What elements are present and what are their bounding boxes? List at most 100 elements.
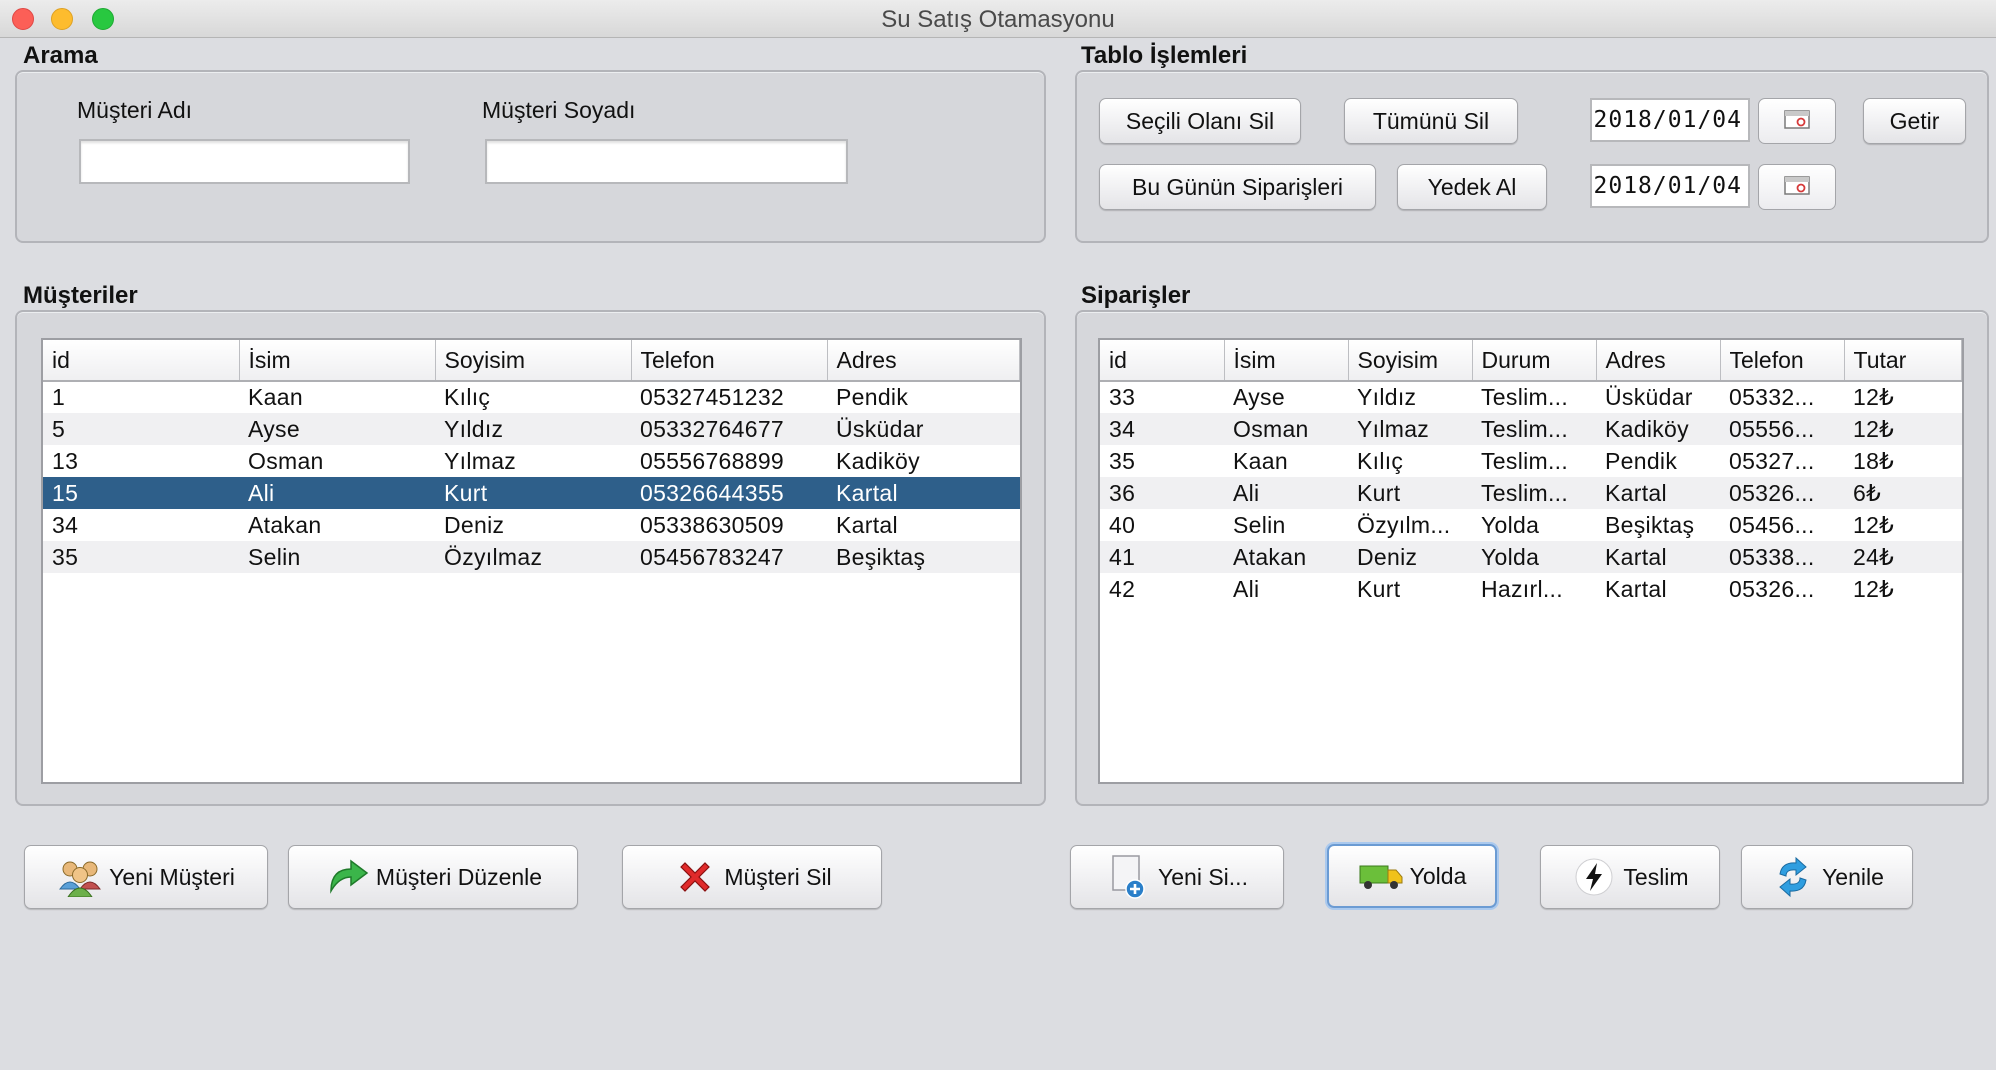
order-cell[interactable]: 12₺ [1844,509,1962,541]
customer-col-header[interactable]: Soyisim [435,340,632,382]
order-cell[interactable]: 12₺ [1844,413,1962,445]
order-cell[interactable]: Teslim... [1472,445,1596,477]
customer-cell[interactable]: Kılıç [435,381,631,413]
order-cell[interactable]: Hazırl... [1472,573,1596,605]
order-row[interactable]: 41 Atakan Deniz Yolda Kartal 05338... 24₺ [1100,541,1962,573]
order-cell[interactable]: 05327... [1720,445,1844,477]
order-cell[interactable]: Ali [1224,477,1348,509]
order-col-header[interactable]: Telefon [1720,340,1845,382]
delete-all-button[interactable]: Tümünü Sil [1344,98,1518,144]
order-cell[interactable]: Yolda [1472,509,1596,541]
order-cell[interactable]: 36 [1100,477,1224,509]
order-cell[interactable]: Ayse [1224,381,1348,413]
customer-cell[interactable]: 1 [43,381,239,413]
order-cell[interactable]: Üsküdar [1596,381,1720,413]
order-cell[interactable]: 05556... [1720,413,1844,445]
customer-col-header[interactable]: Adres [827,340,1020,382]
delivered-button[interactable]: Teslim [1540,845,1720,909]
order-cell[interactable]: 05332... [1720,381,1844,413]
customer-row[interactable]: 5 Ayse Yıldız 05332764677 Üsküdar [43,413,1020,445]
order-cell[interactable]: Teslim... [1472,413,1596,445]
order-cell[interactable]: Pendik [1596,445,1720,477]
order-cell[interactable]: Kaan [1224,445,1348,477]
end-date-calendar-button[interactable] [1758,164,1836,210]
customer-cell[interactable]: Deniz [435,509,631,541]
customer-row[interactable]: 13 Osman Yılmaz 05556768899 Kadiköy [43,445,1020,477]
customer-col-header[interactable]: id [43,340,240,382]
order-col-header[interactable]: Durum [1472,340,1597,382]
order-col-header[interactable]: Adres [1596,340,1721,382]
new-customer-button[interactable]: Yeni Müşteri [24,845,268,909]
customer-cell[interactable]: Beşiktaş [827,541,1020,573]
order-cell[interactable]: 05456... [1720,509,1844,541]
customer-cell[interactable]: 05338630509 [631,509,827,541]
refresh-button[interactable]: Yenile [1741,845,1913,909]
customer-cell[interactable]: 35 [43,541,239,573]
customer-cell[interactable]: Kartal [827,477,1020,509]
customer-cell[interactable]: Yıldız [435,413,631,445]
order-cell[interactable]: 24₺ [1844,541,1962,573]
order-cell[interactable]: 05326... [1720,573,1844,605]
orders-table[interactable]: id İsim Soyisim Durum Adres Telefon Tutar 33 Ay… [1098,338,1964,784]
order-col-header[interactable]: İsim [1224,340,1349,382]
order-row[interactable]: 42 Ali Kurt Hazırl... Kartal 05326... 12₺ [1100,573,1962,605]
first-name-field[interactable] [79,139,410,184]
order-cell[interactable]: Kartal [1596,477,1720,509]
customer-row[interactable]: 15 Ali Kurt 05326644355 Kartal [43,477,1020,509]
customer-col-header[interactable]: İsim [239,340,436,382]
order-cell[interactable]: Teslim... [1472,381,1596,413]
customer-cell[interactable]: 5 [43,413,239,445]
on-the-way-button[interactable]: Yolda [1327,844,1497,908]
backup-button[interactable]: Yedek Al [1397,164,1547,210]
order-cell[interactable]: Selin [1224,509,1348,541]
order-col-header[interactable]: Tutar [1844,340,1962,382]
delete-customer-button[interactable]: Müşteri Sil [622,845,882,909]
order-cell[interactable]: Kurt [1348,477,1472,509]
order-cell[interactable]: 40 [1100,509,1224,541]
customer-cell[interactable]: 15 [43,477,239,509]
customer-cell[interactable]: 05456783247 [631,541,827,573]
delete-selected-button[interactable]: Seçili Olanı Sil [1099,98,1301,144]
customer-cell[interactable]: Yılmaz [435,445,631,477]
order-cell[interactable]: 42 [1100,573,1224,605]
customer-row[interactable]: 1 Kaan Kılıç 05327451232 Pendik [43,381,1020,413]
order-row[interactable]: 35 Kaan Kılıç Teslim... Pendik 05327... 18₺ [1100,445,1962,477]
customer-cell[interactable]: Kartal [827,509,1020,541]
order-cell[interactable]: 33 [1100,381,1224,413]
order-cell[interactable]: Yılmaz [1348,413,1472,445]
customer-cell[interactable]: Kaan [239,381,435,413]
customer-row[interactable]: 34 Atakan Deniz 05338630509 Kartal [43,509,1020,541]
order-col-header[interactable]: id [1100,340,1225,382]
customer-cell[interactable]: Ayse [239,413,435,445]
order-cell[interactable]: 41 [1100,541,1224,573]
order-cell[interactable]: Kartal [1596,573,1720,605]
customer-cell[interactable]: Osman [239,445,435,477]
order-cell[interactable]: Kurt [1348,573,1472,605]
customer-cell[interactable]: Pendik [827,381,1020,413]
order-row[interactable]: 40 Selin Özyılm... Yolda Beşiktaş 05456... 12₺ [1100,509,1962,541]
order-cell[interactable]: Atakan [1224,541,1348,573]
customer-cell[interactable]: Özyılmaz [435,541,631,573]
customer-cell[interactable]: 05556768899 [631,445,827,477]
customer-cell[interactable]: Ali [239,477,435,509]
order-cell[interactable]: Yıldız [1348,381,1472,413]
edit-customer-button[interactable]: Müşteri Düzenle [288,845,578,909]
order-row[interactable]: 34 Osman Yılmaz Teslim... Kadiköy 05556... 12₺ [1100,413,1962,445]
order-cell[interactable]: Kadiköy [1596,413,1720,445]
order-cell[interactable]: 12₺ [1844,381,1962,413]
order-cell[interactable]: Ali [1224,573,1348,605]
customer-col-header[interactable]: Telefon [631,340,828,382]
end-date-field[interactable]: 2018/01/04 [1590,164,1750,208]
new-order-button[interactable]: Yeni Si... [1070,845,1284,909]
order-cell[interactable]: 05326... [1720,477,1844,509]
last-name-field[interactable] [485,139,848,184]
order-row[interactable]: 36 Ali Kurt Teslim... Kartal 05326... 6₺ [1100,477,1962,509]
order-col-header[interactable]: Soyisim [1348,340,1473,382]
order-cell[interactable]: Kılıç [1348,445,1472,477]
customer-cell[interactable]: 05327451232 [631,381,827,413]
order-cell[interactable]: Osman [1224,413,1348,445]
order-cell[interactable]: 18₺ [1844,445,1962,477]
order-cell[interactable]: 12₺ [1844,573,1962,605]
order-cell[interactable]: Deniz [1348,541,1472,573]
order-cell[interactable]: Kartal [1596,541,1720,573]
